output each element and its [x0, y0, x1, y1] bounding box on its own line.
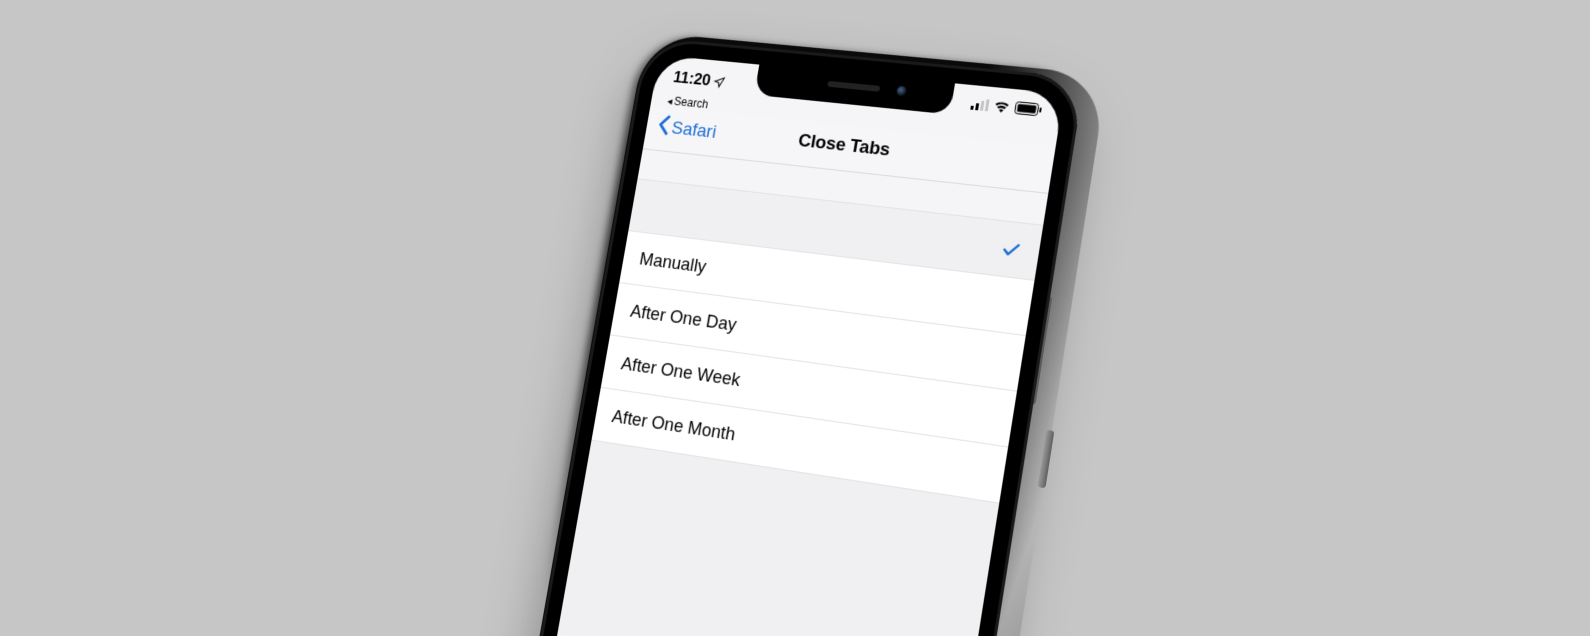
option-label: Manually: [638, 248, 708, 277]
location-icon: [712, 75, 726, 88]
option-label: After One Week: [620, 353, 742, 391]
option-label: After One Day: [629, 300, 738, 335]
status-left: 11:20: [672, 68, 727, 92]
checkmark-icon: [1000, 238, 1023, 260]
options-list: Manually After One Day After One Week After…: [557, 178, 1043, 636]
phone-body: 11:20: [527, 37, 1085, 636]
status-right: [970, 97, 1042, 117]
status-time: 11:20: [672, 68, 712, 90]
wifi-icon: [993, 100, 1011, 113]
nav-back-label: Safari: [670, 118, 718, 143]
cellular-icon: [970, 97, 989, 110]
battery-icon: [1014, 101, 1042, 116]
option-label: After One Month: [610, 405, 737, 445]
stage: 11:20: [0, 0, 1590, 636]
